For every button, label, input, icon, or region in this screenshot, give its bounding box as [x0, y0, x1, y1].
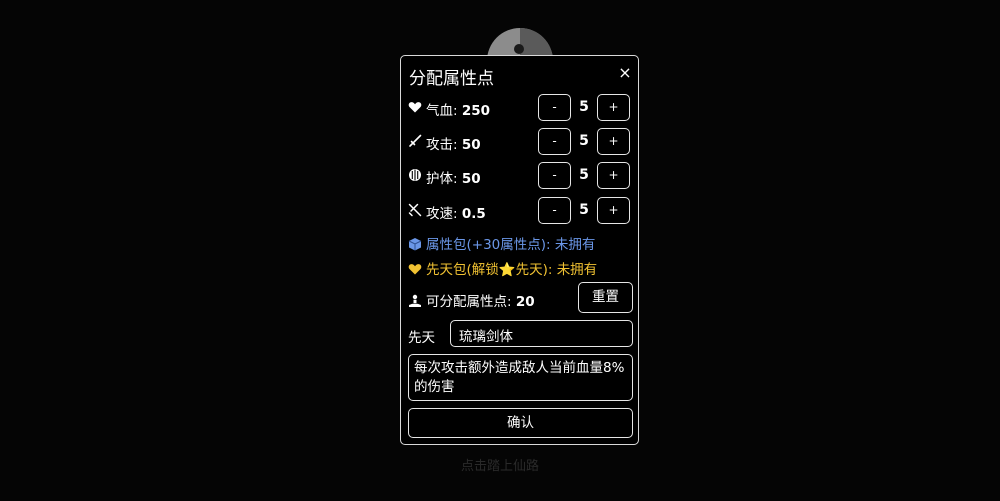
available-points-label: 可分配属性点:: [426, 294, 516, 310]
reset-button[interactable]: 重置: [578, 282, 633, 313]
defense-decrease-button[interactable]: -: [538, 162, 571, 189]
stat-value-attack-speed: 0.5: [461, 206, 486, 222]
stat-value-defense: 50: [461, 171, 481, 187]
innate-pack-row[interactable]: 先天包(解锁⭐先天): 未拥有: [408, 258, 597, 278]
hp-decrease-button[interactable]: -: [538, 94, 571, 121]
stat-label-defense: 护体: 50: [426, 171, 481, 187]
innate-field[interactable]: 琉璃剑体: [450, 320, 633, 347]
hp-increase-button[interactable]: +: [597, 94, 630, 121]
heart-icon: [408, 102, 422, 113]
stat-value-hp: 250: [461, 103, 491, 119]
stat-row-attack-speed: 攻速: 0.5 - 5 +: [408, 197, 633, 225]
attribute-pack-status: 未拥有: [554, 237, 596, 253]
crossed-swords-icon: [408, 203, 422, 217]
dialog-title: 分配属性点: [409, 69, 494, 89]
innate-description: 每次攻击额外造成敌人当前血量8%的伤害: [408, 354, 633, 401]
attack-step-value: 5: [579, 133, 589, 149]
available-points-value: 20: [515, 294, 535, 310]
stat-row-hp: 气血: 250 - 5 +: [408, 94, 633, 122]
attack-speed-step-value: 5: [579, 202, 589, 218]
golden-heart-icon: [408, 264, 422, 275]
attack-speed-decrease-button[interactable]: -: [538, 197, 571, 224]
defense-step-value: 5: [579, 167, 589, 183]
attack-decrease-button[interactable]: -: [538, 128, 571, 155]
confirm-button[interactable]: 确认: [408, 408, 633, 438]
innate-pack-status: 未拥有: [556, 262, 598, 278]
innate-label: 先天: [408, 330, 435, 346]
sword-icon: [409, 134, 422, 147]
stat-label-attack-speed: 攻速: 0.5: [426, 206, 486, 222]
stat-row-attack: 攻击: 50 - 5 +: [408, 128, 633, 156]
defense-increase-button[interactable]: +: [597, 162, 630, 189]
start-journey-text[interactable]: 点击踏上仙路: [0, 455, 1000, 474]
attribute-pack-label: 属性包(+30属性点):: [426, 237, 555, 253]
cube-icon: [408, 238, 422, 251]
hp-step-value: 5: [579, 99, 589, 115]
attribute-pack-row[interactable]: 属性包(+30属性点): 未拥有: [408, 233, 595, 253]
innate-pack-label: 先天包(解锁⭐先天):: [426, 262, 557, 278]
person-icon: [409, 294, 421, 307]
allocate-attributes-dialog: 分配属性点 × 气血: 250 - 5 + 攻击: 50 - 5 + 护体: 5…: [400, 55, 639, 445]
attack-increase-button[interactable]: +: [597, 128, 630, 155]
stat-value-attack: 50: [461, 137, 481, 153]
shield-icon: [409, 169, 421, 181]
attack-speed-increase-button[interactable]: +: [597, 197, 630, 224]
available-points-row: 可分配属性点: 20: [408, 290, 535, 310]
close-button[interactable]: ×: [617, 65, 633, 81]
stat-label-attack: 攻击: 50: [426, 137, 481, 153]
stat-label-hp: 气血: 250: [426, 103, 491, 119]
stat-row-defense: 护体: 50 - 5 +: [408, 162, 633, 190]
